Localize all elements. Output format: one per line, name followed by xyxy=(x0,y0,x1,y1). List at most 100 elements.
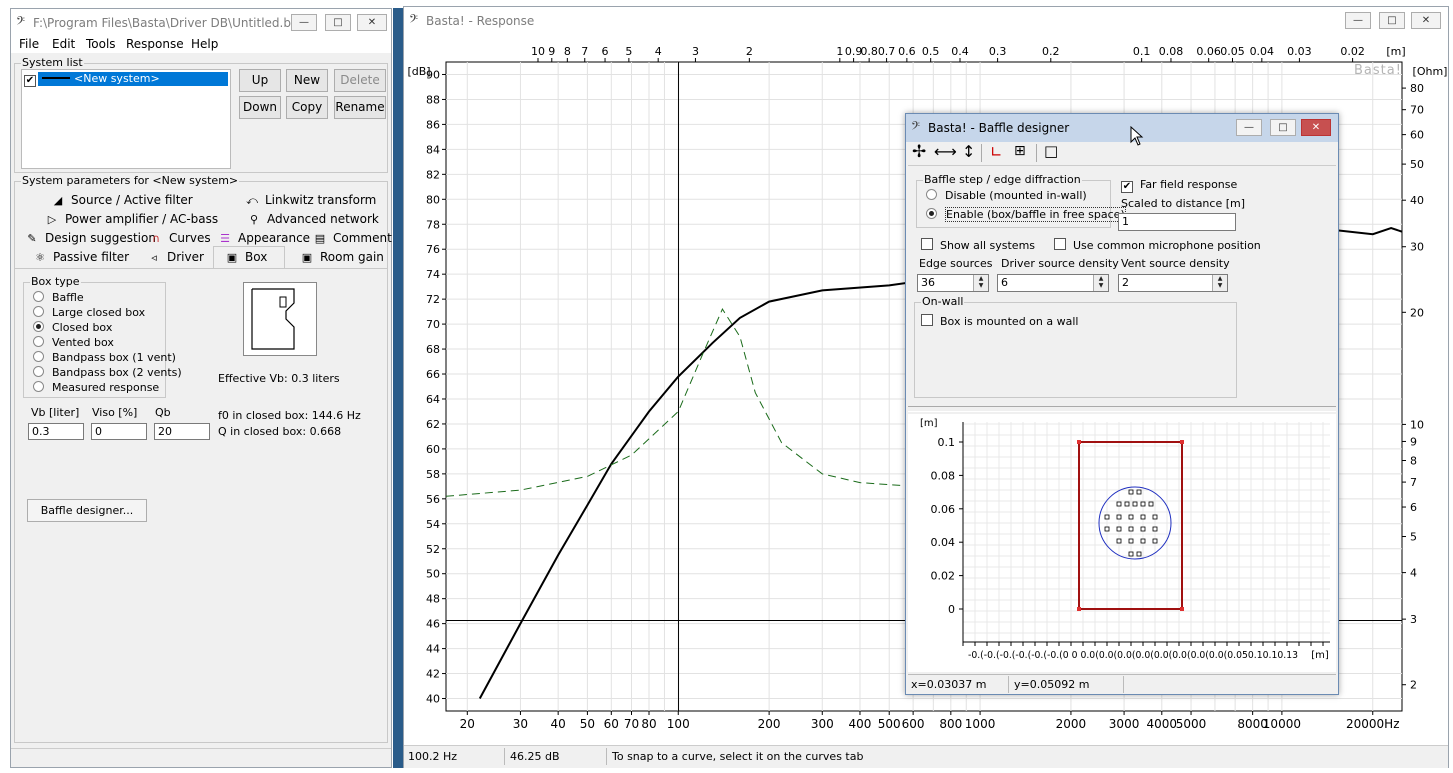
maximize-button[interactable]: □ xyxy=(325,14,351,31)
splitter[interactable] xyxy=(908,406,1336,412)
baffle-titlebar[interactable]: 𝄢 Basta! - Baffle designer — □ ✕ xyxy=(906,114,1338,142)
menu-file[interactable]: File xyxy=(19,37,39,51)
status-frequency: 100.2 Hz xyxy=(408,750,458,763)
system-line-swatch xyxy=(42,77,70,79)
rename-button[interactable]: Rename xyxy=(334,96,386,119)
driver-source-point xyxy=(1152,526,1158,532)
copy-button[interactable]: Copy xyxy=(286,96,328,119)
baffle-y-tick-label: 0.04 xyxy=(931,536,956,549)
system-window-titlebar[interactable]: 𝄢 F:\Program Files\Basta\Driver DB\Untit… xyxy=(11,9,391,37)
tab-source-active-filter[interactable]: ◢ Source / Active filter xyxy=(51,193,193,211)
close-button[interactable]: ✕ xyxy=(357,14,387,31)
radio-closed-box[interactable]: Closed box xyxy=(33,321,112,334)
tab-linkwitz-transform[interactable]: ⤺ Linkwitz transform xyxy=(245,193,376,211)
show-all-systems-checkbox[interactable]: Show all systems xyxy=(921,238,1035,252)
driver-source-point xyxy=(1128,538,1134,544)
response-close-button[interactable]: ✕ xyxy=(1411,12,1441,29)
common-mic-checkbox[interactable]: Use common microphone position xyxy=(1054,238,1261,252)
baffle-step-label: Baffle step / edge diffraction xyxy=(923,173,1082,186)
radio-large-closed-box[interactable]: Large closed box xyxy=(33,306,145,319)
baffle-status-x: x=0.03037 m xyxy=(911,678,987,691)
system-list-label: System list xyxy=(21,56,84,69)
tab-box-label: Box xyxy=(245,250,268,264)
radio-vented-box[interactable]: Vented box xyxy=(33,336,114,349)
tab-room-label: Room gain xyxy=(320,250,384,264)
tab-room-gain[interactable]: ▣ Room gain xyxy=(300,250,384,268)
tab-box[interactable]: ▣ Box xyxy=(213,246,285,268)
corner-tool-icon[interactable]: ∟ xyxy=(990,143,1003,161)
q-text: Q in closed box: 0.668 xyxy=(218,425,342,438)
radio-disable-label: Disable (mounted in-wall) xyxy=(945,189,1087,202)
tab-linkwitz-label: Linkwitz transform xyxy=(265,193,377,207)
spinner-arrows-icon[interactable]: ▲ ▼ xyxy=(1212,275,1227,291)
baffle-minimize-button[interactable]: — xyxy=(1236,119,1262,136)
baffle-close-button[interactable]: ✕ xyxy=(1301,119,1331,136)
radio-measured[interactable]: Measured response xyxy=(33,381,159,394)
tab-advanced-network[interactable]: ⚲ Advanced network xyxy=(247,212,379,230)
tab-passive-filter[interactable]: ⚛ Passive filter xyxy=(33,250,129,268)
radio-bandpass-1[interactable]: Bandpass box (1 vent) xyxy=(33,351,176,364)
response-maximize-button[interactable]: □ xyxy=(1379,12,1405,29)
driver-source-point xyxy=(1140,514,1146,520)
amplifier-icon: ▷ xyxy=(47,213,57,226)
delete-button[interactable]: Delete xyxy=(334,69,386,92)
driver-source-point xyxy=(1136,551,1142,557)
tab-comment[interactable]: ▤ Comment xyxy=(313,231,392,249)
edge-sources-spinner[interactable]: 36 ▲ ▼ xyxy=(917,274,989,292)
radio-baffle[interactable]: Baffle xyxy=(33,291,84,304)
curves-icon: ∩ xyxy=(151,232,161,245)
spinner-arrows-icon[interactable]: ▲ ▼ xyxy=(973,275,988,291)
viso-input[interactable]: 0 xyxy=(91,423,147,440)
response-titlebar[interactable]: 𝄢 Basta! - Response — □ ✕ xyxy=(404,7,1448,35)
radio-vented-label: Vented box xyxy=(52,336,114,349)
spinner-arrows-icon[interactable]: ▲ ▼ xyxy=(1093,275,1108,291)
driver-density-label: Driver source density xyxy=(1001,257,1119,270)
far-field-checkbox[interactable]: ✔ Far field response xyxy=(1121,178,1237,193)
mouse-cursor-icon xyxy=(1130,126,1144,146)
tab-driver-label: Driver xyxy=(167,250,204,264)
vertical-resize-icon[interactable]: ↕ xyxy=(962,142,975,161)
response-minimize-button[interactable]: — xyxy=(1345,12,1371,29)
tab-design-suggestion[interactable]: ✎ Design suggestion xyxy=(25,231,156,249)
wall-mounted-checkbox[interactable]: Box is mounted on a wall xyxy=(921,314,1078,328)
radio-enable-free-space[interactable]: Enable (box/baffle in free space) xyxy=(926,207,1126,222)
room-icon: ▣ xyxy=(301,251,313,264)
menu-response[interactable]: Response xyxy=(126,37,184,51)
tab-power-label: Power amplifier / AC-bass xyxy=(65,212,219,226)
wall-mounted-label: Box is mounted on a wall xyxy=(940,315,1079,328)
grid-tool-icon[interactable]: ⊞ xyxy=(1014,143,1026,159)
system-list-item[interactable]: ✔ <New system> xyxy=(24,72,228,87)
radio-bandpass-2[interactable]: Bandpass box (2 vents) xyxy=(33,366,182,379)
tab-curves[interactable]: ∩ Curves xyxy=(149,231,211,249)
move-icon[interactable]: ✢ xyxy=(912,142,926,162)
driver-density-value: 6 xyxy=(1001,276,1008,289)
system-listbox[interactable]: ✔ <New system> xyxy=(21,69,231,169)
new-button[interactable]: New xyxy=(286,69,328,92)
menu-help[interactable]: Help xyxy=(191,37,218,51)
driver-density-spinner[interactable]: 6 ▲ ▼ xyxy=(997,274,1109,292)
menu-edit[interactable]: Edit xyxy=(52,37,75,51)
baffle-plot-canvas[interactable]: 0.1 0.08 0.06 0.04 0.02 0 [m] [m] -0.(-0.(-0.(-0… xyxy=(908,414,1336,672)
status-hint: To snap to a curve, select it on the cur… xyxy=(612,750,864,763)
rectangle-tool-icon[interactable]: □ xyxy=(1044,142,1058,160)
vb-input[interactable]: 0.3 xyxy=(28,423,84,440)
tab-driver[interactable]: ◃ Driver xyxy=(147,250,204,268)
down-button[interactable]: Down xyxy=(239,96,281,119)
driver-source-point xyxy=(1152,514,1158,520)
horizontal-resize-icon[interactable]: ⟷ xyxy=(934,142,957,161)
linkwitz-icon: ⤺ xyxy=(246,194,258,207)
minimize-button[interactable]: — xyxy=(291,14,317,31)
tab-power-amplifier[interactable]: ▷ Power amplifier / AC-bass xyxy=(45,212,218,230)
up-button[interactable]: Up xyxy=(239,69,281,92)
scaled-distance-input[interactable]: 1 xyxy=(1118,213,1236,231)
vent-density-spinner[interactable]: 2 ▲ ▼ xyxy=(1118,274,1228,292)
baffle-maximize-button[interactable]: □ xyxy=(1270,119,1296,136)
baffle-designer-button[interactable]: Baffle designer... xyxy=(27,499,147,522)
baffle-y-unit: [m] xyxy=(920,418,938,429)
tab-comment-label: Comment xyxy=(333,231,392,245)
baffle-plot[interactable]: 0.1 0.08 0.06 0.04 0.02 0 [m] [m] -0.(-0.(-0.(-0… xyxy=(908,414,1336,672)
far-field-label: Far field response xyxy=(1140,178,1238,191)
radio-disable-inwall[interactable]: Disable (mounted in-wall) xyxy=(926,189,1087,202)
menu-tools[interactable]: Tools xyxy=(86,37,116,51)
qb-input[interactable]: 20 xyxy=(154,423,210,440)
